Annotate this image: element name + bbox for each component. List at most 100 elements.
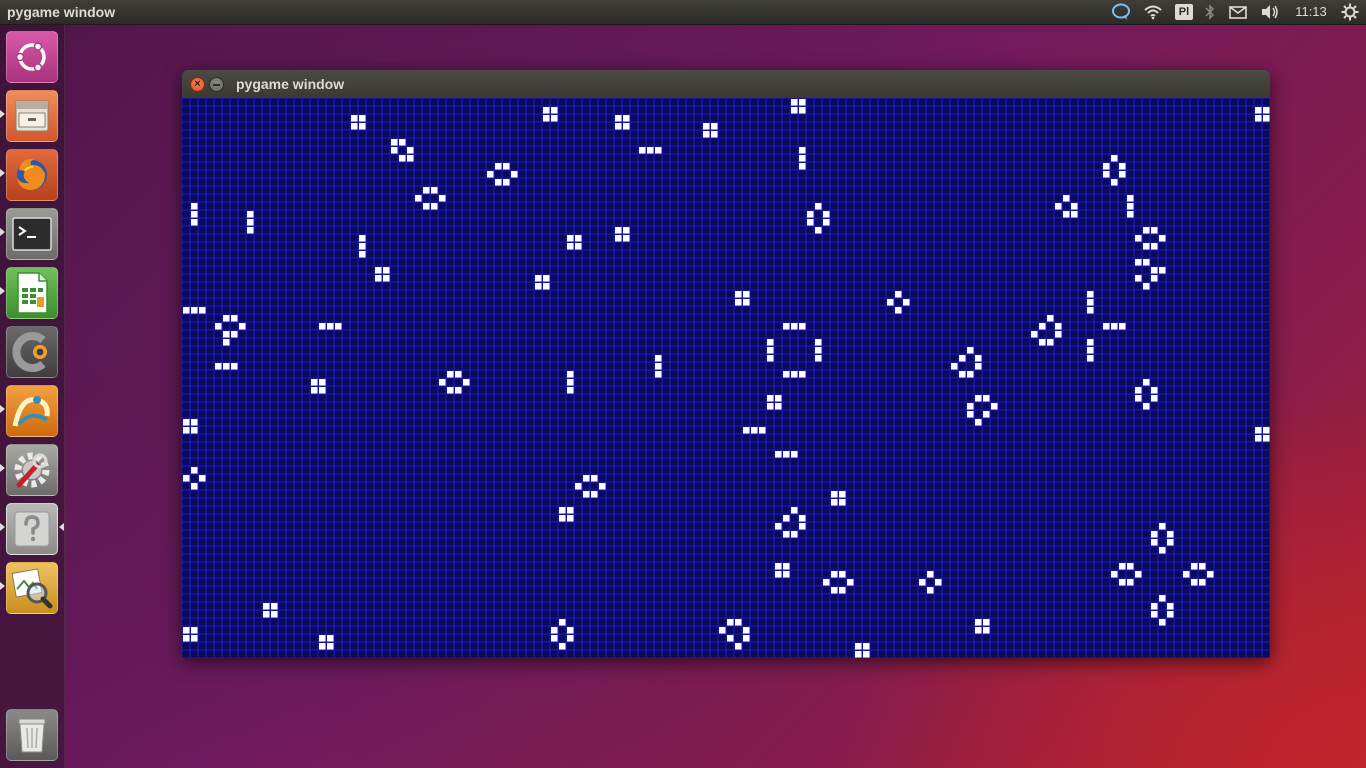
live-cell[interactable] — [783, 451, 790, 458]
live-cell[interactable] — [447, 387, 454, 394]
live-cell[interactable] — [623, 227, 630, 234]
live-cell[interactable] — [767, 355, 774, 362]
launcher-terminal[interactable] — [6, 208, 58, 260]
live-cell[interactable] — [423, 187, 430, 194]
live-cell[interactable] — [415, 195, 422, 202]
live-cell[interactable] — [1263, 435, 1270, 442]
live-cell[interactable] — [783, 571, 790, 578]
live-cell[interactable] — [1135, 387, 1142, 394]
live-cell[interactable] — [1119, 171, 1126, 178]
live-cell[interactable] — [1263, 115, 1270, 122]
live-cell[interactable] — [815, 347, 822, 354]
live-cell[interactable] — [1127, 211, 1134, 218]
live-cell[interactable] — [1103, 323, 1110, 330]
live-cell[interactable] — [1143, 379, 1150, 386]
live-cell[interactable] — [775, 403, 782, 410]
live-cell[interactable] — [1199, 579, 1206, 586]
live-cell[interactable] — [399, 155, 406, 162]
volume-icon[interactable] — [1258, 0, 1282, 24]
live-cell[interactable] — [1143, 243, 1150, 250]
live-cell[interactable] — [359, 115, 366, 122]
launcher-system-settings[interactable] — [6, 444, 58, 496]
live-cell[interactable] — [391, 139, 398, 146]
live-cell[interactable] — [775, 523, 782, 530]
live-cell[interactable] — [559, 515, 566, 522]
live-cell[interactable] — [903, 299, 910, 306]
live-cell[interactable] — [791, 531, 798, 538]
live-cell[interactable] — [1151, 531, 1158, 538]
live-cell[interactable] — [1135, 571, 1142, 578]
live-cell[interactable] — [319, 387, 326, 394]
live-cell[interactable] — [1087, 307, 1094, 314]
live-cell[interactable] — [815, 227, 822, 234]
live-cell[interactable] — [231, 331, 238, 338]
live-cell[interactable] — [623, 123, 630, 130]
live-cell[interactable] — [567, 627, 574, 634]
live-cell[interactable] — [783, 563, 790, 570]
live-cell[interactable] — [711, 131, 718, 138]
live-cell[interactable] — [983, 627, 990, 634]
live-cell[interactable] — [591, 475, 598, 482]
live-cell[interactable] — [455, 371, 462, 378]
live-cell[interactable] — [503, 179, 510, 186]
live-cell[interactable] — [623, 115, 630, 122]
launcher-dash-home[interactable] — [6, 31, 58, 83]
live-cell[interactable] — [919, 579, 926, 586]
live-cell[interactable] — [1263, 427, 1270, 434]
launcher-files[interactable] — [6, 90, 58, 142]
live-cell[interactable] — [559, 643, 566, 650]
live-cell[interactable] — [407, 155, 414, 162]
live-cell[interactable] — [575, 235, 582, 242]
live-cell[interactable] — [711, 123, 718, 130]
live-cell[interactable] — [1047, 339, 1054, 346]
live-cell[interactable] — [807, 219, 814, 226]
live-cell[interactable] — [615, 235, 622, 242]
live-cell[interactable] — [263, 611, 270, 618]
live-cell[interactable] — [1063, 195, 1070, 202]
mail-icon[interactable] — [1226, 0, 1250, 24]
live-cell[interactable] — [543, 283, 550, 290]
live-cell[interactable] — [1119, 323, 1126, 330]
live-cell[interactable] — [831, 571, 838, 578]
live-cell[interactable] — [1135, 235, 1142, 242]
live-cell[interactable] — [815, 203, 822, 210]
live-cell[interactable] — [1055, 331, 1062, 338]
live-cell[interactable] — [855, 643, 862, 650]
keyboard-layout-indicator[interactable]: Pl — [1175, 4, 1193, 20]
live-cell[interactable] — [511, 171, 518, 178]
live-cell[interactable] — [463, 379, 470, 386]
live-cell[interactable] — [439, 195, 446, 202]
live-cell[interactable] — [791, 371, 798, 378]
live-cell[interactable] — [1087, 299, 1094, 306]
live-cell[interactable] — [967, 347, 974, 354]
live-cell[interactable] — [767, 395, 774, 402]
live-cell[interactable] — [191, 627, 198, 634]
live-cell[interactable] — [799, 163, 806, 170]
live-cell[interactable] — [1111, 323, 1118, 330]
launcher-qtcreator[interactable] — [6, 326, 58, 378]
live-cell[interactable] — [487, 171, 494, 178]
live-cell[interactable] — [719, 627, 726, 634]
live-cell[interactable] — [223, 339, 230, 346]
live-cell[interactable] — [1159, 523, 1166, 530]
live-cell[interactable] — [567, 235, 574, 242]
live-cell[interactable] — [1207, 571, 1214, 578]
live-cell[interactable] — [1159, 619, 1166, 626]
live-cell[interactable] — [967, 411, 974, 418]
live-cell[interactable] — [991, 403, 998, 410]
live-cell[interactable] — [191, 635, 198, 642]
live-cell[interactable] — [567, 379, 574, 386]
live-cell[interactable] — [839, 491, 846, 498]
live-cell[interactable] — [1103, 171, 1110, 178]
live-cell[interactable] — [247, 211, 254, 218]
live-cell[interactable] — [319, 635, 326, 642]
live-cell[interactable] — [495, 163, 502, 170]
live-cell[interactable] — [839, 499, 846, 506]
live-cell[interactable] — [743, 299, 750, 306]
live-cell[interactable] — [551, 627, 558, 634]
live-cell[interactable] — [775, 563, 782, 570]
live-cell[interactable] — [799, 515, 806, 522]
live-cell[interactable] — [735, 619, 742, 626]
live-cell[interactable] — [927, 587, 934, 594]
live-cell[interactable] — [1159, 595, 1166, 602]
